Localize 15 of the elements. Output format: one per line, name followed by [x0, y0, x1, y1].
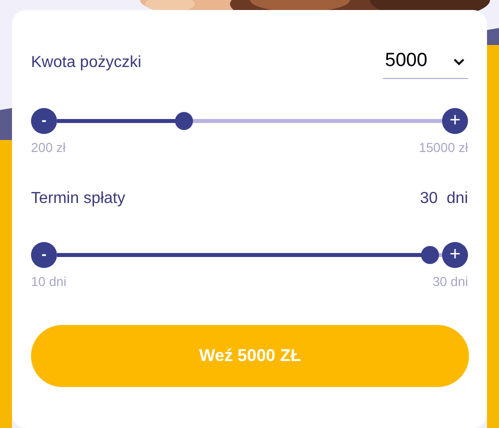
- amount-select[interactable]: 5000: [383, 47, 468, 79]
- slider-thumb[interactable]: [175, 112, 194, 130]
- max-label: 30 dni: [432, 272, 468, 290]
- chevron-down-icon: [453, 58, 465, 66]
- plus-button[interactable]: +: [442, 108, 468, 134]
- slider-thumb[interactable]: [421, 246, 440, 264]
- term-value: 30 dni: [420, 188, 468, 208]
- min-label: 200 zł: [31, 139, 66, 157]
- max-label: 15000 zł: [418, 139, 468, 157]
- field-label: Kwota pożyczki: [31, 53, 142, 73]
- minus-button[interactable]: -: [31, 242, 57, 268]
- minus-button[interactable]: -: [31, 108, 57, 134]
- min-label: 10 dni: [31, 272, 66, 290]
- field-label: Termin spłaty: [31, 188, 126, 208]
- plus-button[interactable]: +: [442, 242, 468, 268]
